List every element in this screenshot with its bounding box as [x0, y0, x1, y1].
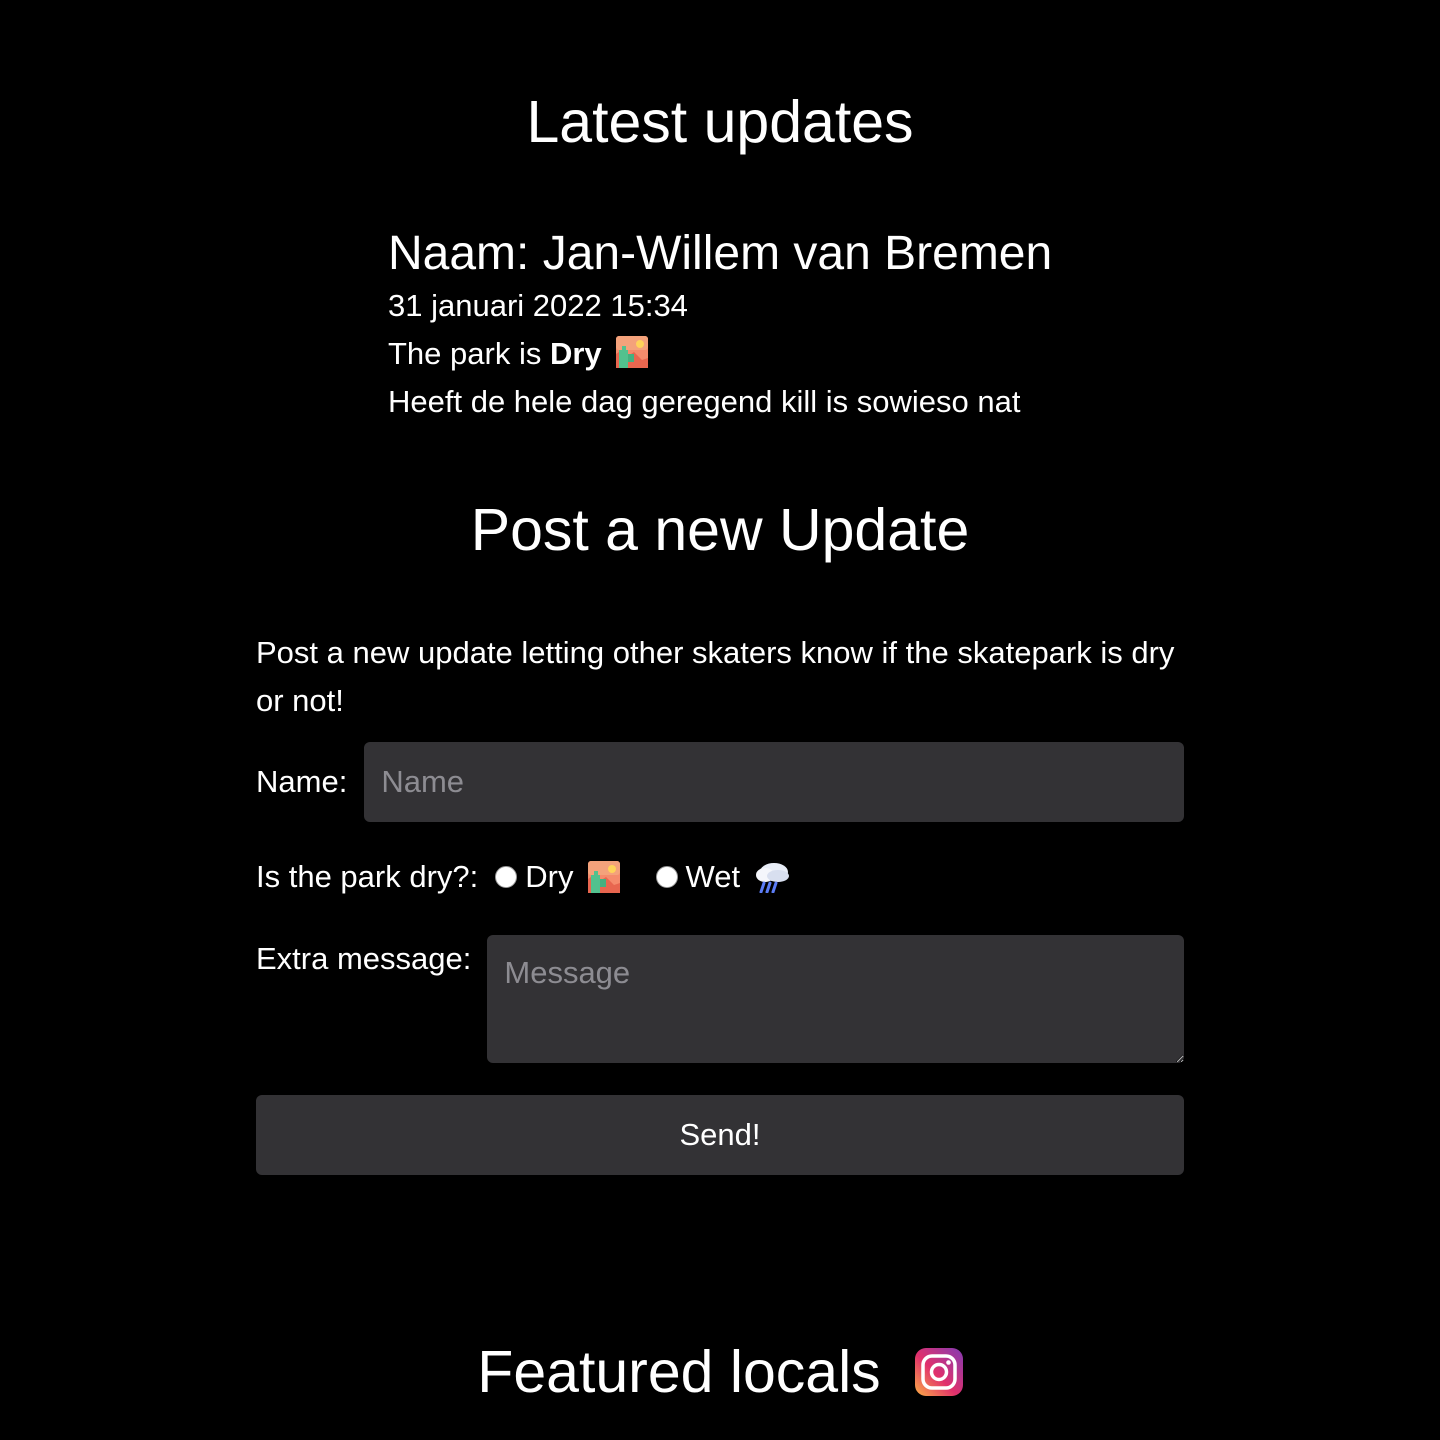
update-message: Heeft de hele dag geregend kill is sowie… [388, 384, 1021, 419]
radio-dry[interactable] [495, 866, 518, 888]
update-status-prefix: The park is [388, 336, 550, 371]
update-date: 31 januari 2022 15:34 [388, 288, 688, 323]
update-status-value: Dry [549, 336, 602, 371]
rain-cloud-emoji-icon [756, 863, 790, 893]
radio-wet-label: Wet [685, 859, 741, 894]
name-row: Name: [256, 742, 1184, 822]
featured-locals-title: Featured locals [477, 1339, 881, 1405]
post-update-title: Post a new Update [470, 497, 970, 563]
message-row: Extra message: [256, 935, 1184, 1063]
dry-question-label: Is the park dry?: [256, 859, 479, 894]
landscape-emoji-icon [587, 861, 620, 893]
radio-option-wet[interactable]: Wet [620, 853, 791, 901]
update-author: Naam: Jan-Willem van Bremen [388, 227, 1053, 280]
message-label: Extra message: [256, 941, 472, 976]
radio-dry-label: Dry [525, 859, 574, 894]
update-status: The park is Dry [388, 330, 1052, 378]
latest-updates-title: Latest updates [526, 89, 914, 155]
update-card: Naam: Jan-Willem van Bremen 31 januari 2… [388, 226, 1052, 426]
instagram-icon[interactable] [914, 1348, 963, 1396]
dry-question-row: Is the park dry?: Dry Wet [256, 853, 1184, 901]
form-intro: Post a new update letting other skaters … [256, 635, 1175, 718]
message-textarea[interactable] [487, 935, 1184, 1063]
update-form: Post a new update letting other skaters … [256, 629, 1184, 1175]
name-input[interactable] [364, 742, 1184, 822]
page: Latest updates Naam: Jan-Willem van Brem… [0, 0, 1440, 1440]
radio-option-dry[interactable]: Dry [478, 853, 620, 901]
radio-wet[interactable] [655, 866, 678, 888]
name-label: Name: [256, 764, 348, 799]
featured-locals-section: Featured locals [0, 1342, 1440, 1402]
landscape-emoji-icon [615, 336, 648, 368]
send-button[interactable]: Send! [256, 1095, 1184, 1175]
featured-locals-header: Featured locals [477, 1339, 963, 1405]
